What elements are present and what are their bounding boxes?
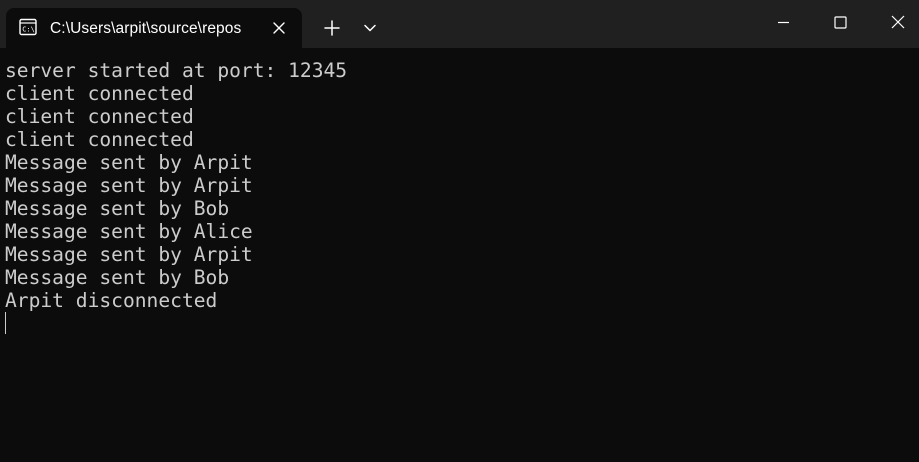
- terminal-cmd-icon: C:\: [19, 18, 37, 36]
- title-bar[interactable]: C:\ C:\Users\arpit\source\repos: [0, 0, 919, 48]
- text-cursor: [5, 312, 6, 334]
- tab-close-icon[interactable]: [269, 18, 289, 38]
- close-icon: [891, 15, 905, 29]
- terminal-window: C:\ C:\Users\arpit\source\repos server s…: [0, 0, 919, 462]
- svg-text:C:\: C:\: [22, 26, 35, 34]
- profile-dropdown-button[interactable]: [357, 16, 383, 40]
- terminal-output-area[interactable]: server started at port: 12345 client con…: [0, 48, 919, 462]
- close-window-button[interactable]: [870, 0, 919, 46]
- minimize-icon: [778, 21, 789, 24]
- terminal-line: Message sent by Arpit: [5, 151, 253, 174]
- terminal-line: Message sent by Bob: [5, 266, 230, 289]
- tab-terminal[interactable]: C:\ C:\Users\arpit\source\repos: [6, 8, 302, 48]
- tab-title: C:\Users\arpit\source\repos: [50, 20, 242, 37]
- terminal-output: server started at port: 12345 client con…: [5, 59, 347, 312]
- terminal-line: Arpit disconnected: [5, 289, 218, 312]
- terminal-line: Message sent by Alice: [5, 220, 253, 243]
- terminal-line: server started at port: 12345: [5, 59, 348, 82]
- terminal-line: Message sent by Bob: [5, 197, 230, 220]
- plus-icon: [324, 20, 340, 36]
- terminal-line: client connected: [5, 128, 194, 151]
- new-tab-button[interactable]: [318, 16, 346, 40]
- minimize-button[interactable]: [754, 0, 812, 46]
- terminal-line: Message sent by Arpit: [5, 174, 253, 197]
- maximize-button[interactable]: [812, 0, 870, 46]
- terminal-line: Message sent by Arpit: [5, 243, 253, 266]
- maximize-icon: [834, 16, 847, 29]
- terminal-line: client connected: [5, 105, 194, 128]
- chevron-down-icon: [364, 24, 376, 32]
- terminal-line: client connected: [5, 82, 194, 105]
